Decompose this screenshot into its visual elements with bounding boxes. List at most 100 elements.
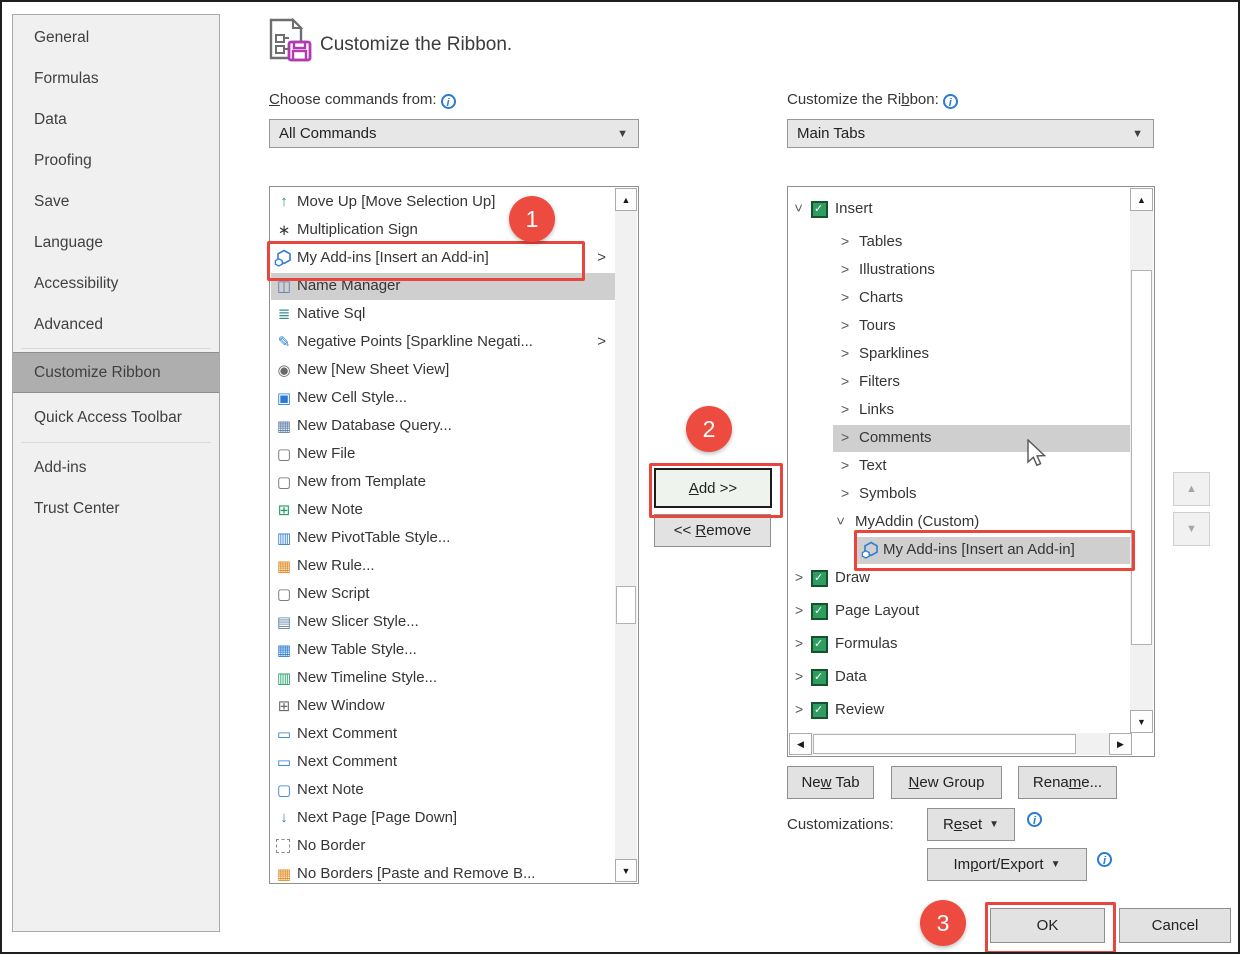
info-icon[interactable]: i xyxy=(1027,812,1042,827)
command-item[interactable]: ▢New from Template xyxy=(271,469,616,497)
remove-button[interactable]: << Remove xyxy=(654,514,771,547)
commands-scrollbar[interactable]: ▲ ▼ xyxy=(615,188,637,882)
command-item[interactable]: ▦New Database Query... xyxy=(271,413,616,441)
command-item[interactable]: ▥New Timeline Style... xyxy=(271,665,616,693)
chevron-right-icon[interactable]: > xyxy=(841,429,849,445)
command-item[interactable]: ▭Next Comment xyxy=(271,721,616,749)
sidebar-item-language[interactable]: Language xyxy=(13,222,219,263)
rename-button[interactable]: Rename... xyxy=(1018,766,1117,799)
command-item[interactable]: ✎Negative Points [Sparkline Negati...> xyxy=(271,329,616,357)
command-item[interactable]: ▦New Rule... xyxy=(271,553,616,581)
sidebar-item-advanced[interactable]: Advanced xyxy=(13,304,219,345)
chevron-down-icon[interactable]: > xyxy=(833,517,849,525)
command-item[interactable]: ▦New Table Style... xyxy=(271,637,616,665)
sidebar-item-trust-center[interactable]: Trust Center xyxy=(13,488,219,529)
info-icon[interactable]: i xyxy=(1097,852,1112,867)
ok-button[interactable]: OK xyxy=(990,908,1105,943)
tree-item[interactable]: >Insert xyxy=(789,196,1132,224)
info-icon[interactable]: i xyxy=(441,94,456,109)
tree-horizontal-scrollbar[interactable]: ◀ ▶ xyxy=(789,733,1132,755)
chevron-right-icon[interactable]: > xyxy=(841,485,849,501)
command-item[interactable]: ◉New [New Sheet View] xyxy=(271,357,616,385)
tab-checkbox[interactable] xyxy=(811,702,828,719)
tree-item[interactable]: >Comments xyxy=(789,425,1132,453)
chevron-right-icon[interactable]: > xyxy=(841,401,849,417)
chevron-right-icon[interactable]: > xyxy=(841,457,849,473)
sidebar-item-accessibility[interactable]: Accessibility xyxy=(13,263,219,304)
sidebar-item-general[interactable]: General xyxy=(13,17,219,58)
command-item[interactable]: ≣Native Sql xyxy=(271,301,616,329)
tree-item[interactable]: >Links xyxy=(789,397,1132,425)
command-item[interactable]: ⊞New Window xyxy=(271,693,616,721)
tree-item[interactable]: >Text xyxy=(789,453,1132,481)
tree-item[interactable]: >Sparklines xyxy=(789,341,1132,369)
move-tab-up-button[interactable]: ▲ xyxy=(1173,472,1210,506)
command-item[interactable]: ▣New Cell Style... xyxy=(271,385,616,413)
command-item[interactable]: ↑Move Up [Move Selection Up] xyxy=(271,189,616,217)
command-item[interactable]: ⊞New Note xyxy=(271,497,616,525)
command-item[interactable]: ◫Name Manager xyxy=(271,273,616,301)
cancel-button[interactable]: Cancel xyxy=(1119,908,1231,943)
scroll-down-button[interactable]: ▼ xyxy=(615,859,637,882)
tree-item[interactable]: >Tours xyxy=(789,313,1132,341)
scroll-thumb[interactable] xyxy=(813,734,1076,754)
command-item[interactable]: ▢New File xyxy=(271,441,616,469)
tree-item[interactable]: >Tables xyxy=(789,229,1132,257)
sidebar-item-formulas[interactable]: Formulas xyxy=(13,58,219,99)
scroll-thumb[interactable] xyxy=(616,586,636,624)
command-item[interactable]: ↓Next Page [Page Down] xyxy=(271,805,616,833)
scroll-left-button[interactable]: ◀ xyxy=(789,733,812,755)
sidebar-item-data[interactable]: Data xyxy=(13,99,219,140)
tab-checkbox[interactable] xyxy=(811,669,828,686)
command-item[interactable]: No Border xyxy=(271,833,616,861)
tab-checkbox[interactable] xyxy=(811,201,828,218)
chevron-right-icon[interactable]: > xyxy=(841,289,849,305)
sidebar-item-quick-access-toolbar[interactable]: Quick Access Toolbar xyxy=(13,397,219,438)
tree-item[interactable]: My Add-ins [Insert an Add-in] xyxy=(789,537,1132,565)
scroll-thumb[interactable] xyxy=(1131,270,1152,645)
chevron-down-icon[interactable]: > xyxy=(791,204,807,212)
move-tab-down-button[interactable]: ▼ xyxy=(1173,512,1210,546)
command-item[interactable]: ▤New Slicer Style... xyxy=(271,609,616,637)
sidebar-item-add-ins[interactable]: Add-ins xyxy=(13,447,219,488)
chevron-right-icon[interactable]: > xyxy=(795,668,803,684)
tab-checkbox[interactable] xyxy=(811,603,828,620)
scroll-down-button[interactable]: ▼ xyxy=(1130,710,1153,733)
choose-commands-dropdown[interactable]: All Commands ▼ xyxy=(269,119,639,148)
chevron-right-icon[interactable]: > xyxy=(795,569,803,585)
new-tab-button[interactable]: New Tab xyxy=(787,766,874,799)
chevron-right-icon[interactable]: > xyxy=(841,317,849,333)
tree-item[interactable]: >Illustrations xyxy=(789,257,1132,285)
sidebar-item-customize-ribbon[interactable]: Customize Ribbon xyxy=(13,352,219,393)
command-item[interactable]: ▭Next Comment xyxy=(271,749,616,777)
command-item[interactable]: ▦No Borders [Paste and Remove B... xyxy=(271,861,616,883)
command-item[interactable]: ∗Multiplication Sign xyxy=(271,217,616,245)
reset-button[interactable]: Reset▼ xyxy=(927,808,1015,841)
tree-item[interactable]: >Review xyxy=(789,697,1132,725)
tab-checkbox[interactable] xyxy=(811,570,828,587)
chevron-right-icon[interactable]: > xyxy=(841,261,849,277)
command-item[interactable]: ▥New PivotTable Style... xyxy=(271,525,616,553)
chevron-right-icon[interactable]: > xyxy=(795,635,803,651)
tree-item[interactable]: >Filters xyxy=(789,369,1132,397)
tree-item[interactable]: >Page Layout xyxy=(789,598,1132,626)
tree-vertical-scrollbar[interactable]: ▲ ▼ xyxy=(1130,188,1153,733)
command-item[interactable]: ▢New Script xyxy=(271,581,616,609)
tab-checkbox[interactable] xyxy=(811,636,828,653)
tree-item[interactable]: >Data xyxy=(789,664,1132,692)
chevron-right-icon[interactable]: > xyxy=(841,345,849,361)
chevron-right-icon[interactable]: > xyxy=(795,602,803,618)
scroll-up-button[interactable]: ▲ xyxy=(1130,188,1153,211)
tree-item[interactable]: >Charts xyxy=(789,285,1132,313)
tree-item[interactable]: >Symbols xyxy=(789,481,1132,509)
chevron-right-icon[interactable]: > xyxy=(795,701,803,717)
chevron-right-icon[interactable]: > xyxy=(841,373,849,389)
add-button[interactable]: Add >> xyxy=(654,468,772,508)
import-export-button[interactable]: Import/Export▼ xyxy=(927,848,1087,881)
customize-ribbon-dropdown[interactable]: Main Tabs ▼ xyxy=(787,119,1154,148)
new-group-button[interactable]: New Group xyxy=(891,766,1002,799)
sidebar-item-proofing[interactable]: Proofing xyxy=(13,140,219,181)
sidebar-item-save[interactable]: Save xyxy=(13,181,219,222)
tree-item[interactable]: >Formulas xyxy=(789,631,1132,659)
chevron-right-icon[interactable]: > xyxy=(841,233,849,249)
